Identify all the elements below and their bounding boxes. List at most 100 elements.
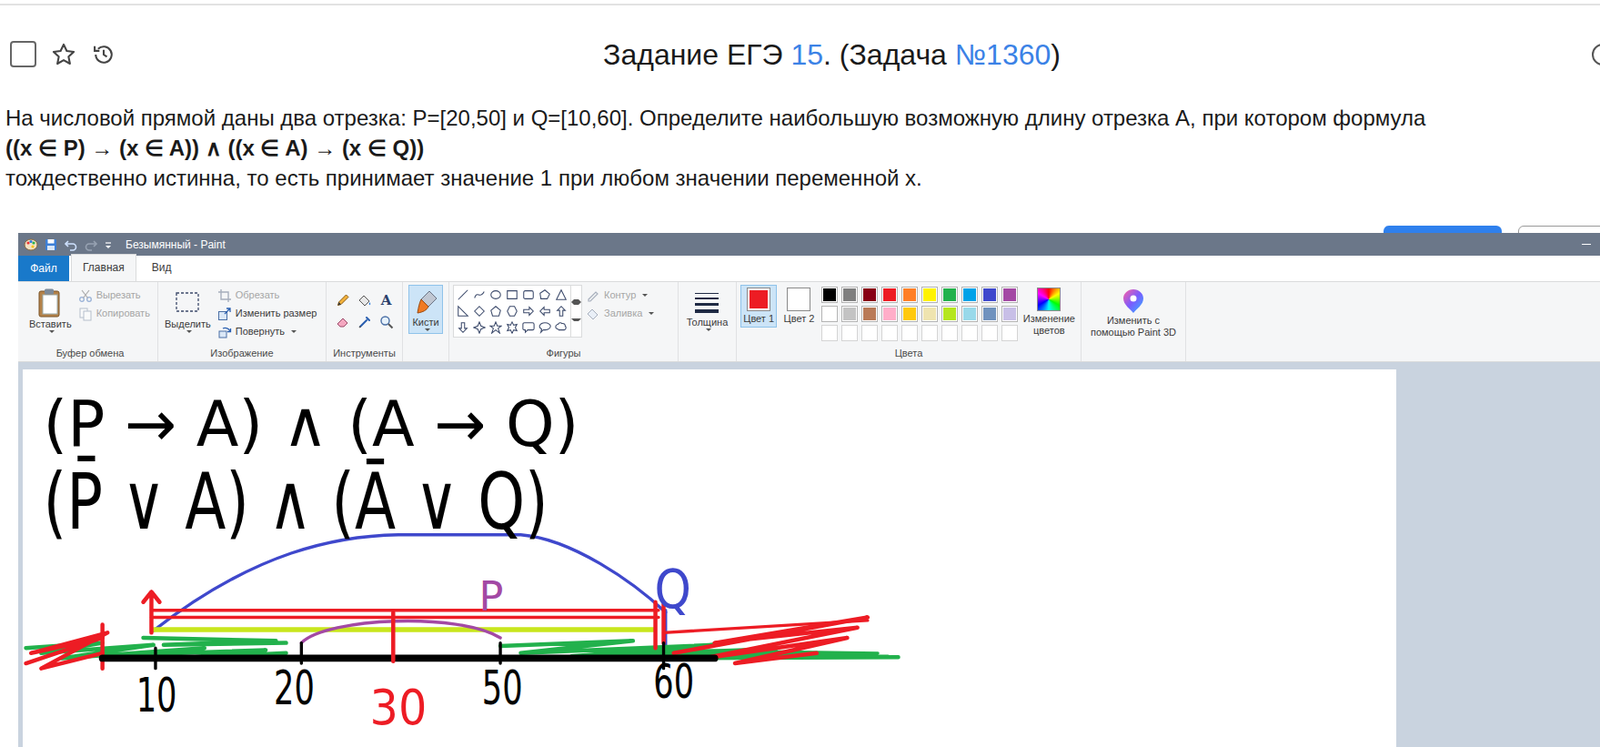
copy-button[interactable]: Копировать	[78, 304, 151, 323]
pencil-icon[interactable]	[332, 290, 353, 311]
shape-icon[interactable]	[553, 302, 570, 320]
shape-icon[interactable]	[503, 302, 521, 320]
palette-swatch[interactable]	[961, 305, 978, 323]
text-tool-icon[interactable]: A	[376, 290, 397, 311]
group-label: Буфер обмена	[26, 346, 154, 360]
shape-icon[interactable]	[503, 319, 521, 336]
palette-swatch[interactable]	[941, 305, 958, 323]
tab-label[interactable]: Вид	[140, 253, 184, 282]
done-checkbox[interactable]	[10, 40, 37, 68]
palette-swatch[interactable]	[921, 324, 938, 342]
shape-icon[interactable]	[471, 319, 488, 336]
palette-swatch[interactable]	[841, 286, 858, 303]
star-icon[interactable]	[50, 41, 77, 68]
palette-swatch[interactable]	[961, 324, 978, 342]
customize-icon[interactable]	[103, 237, 113, 252]
yellow-segment	[153, 626, 655, 633]
swatch-fill	[823, 326, 836, 340]
shape-icon[interactable]	[553, 286, 570, 303]
shape-icon[interactable]	[471, 302, 488, 320]
palette-swatch[interactable]	[1001, 305, 1018, 323]
palette-swatch[interactable]	[961, 286, 978, 303]
paste-button[interactable]: Вставить	[26, 284, 75, 336]
resize-button[interactable]: Изменить размер	[217, 304, 318, 323]
palette-swatch[interactable]	[921, 286, 938, 303]
swatch-fill	[863, 307, 876, 321]
cut-button[interactable]: Вырезать	[78, 286, 151, 304]
rotate-button[interactable]: Повернуть	[217, 322, 318, 341]
undo-icon[interactable]	[63, 237, 79, 252]
palette-swatch[interactable]	[981, 286, 998, 303]
palette-swatch[interactable]	[881, 305, 898, 323]
palette-swatch[interactable]	[901, 286, 918, 303]
shape-icon[interactable]	[454, 302, 472, 320]
fill-icon[interactable]	[354, 290, 375, 311]
history-icon[interactable]	[90, 41, 117, 68]
shape-icon[interactable]	[471, 286, 488, 303]
palette-swatch[interactable]	[821, 324, 838, 342]
magnifier-icon[interactable]	[376, 311, 397, 333]
shape-icon[interactable]	[454, 286, 472, 303]
swatch-fill	[823, 288, 836, 302]
palette-swatch[interactable]	[981, 305, 998, 323]
select-button[interactable]: Выделить	[161, 284, 214, 336]
crop-button[interactable]: Обрезать	[217, 286, 318, 304]
palette-swatch[interactable]	[881, 286, 898, 303]
brushes-button[interactable]: Кисти	[408, 284, 443, 334]
p-arc	[301, 621, 501, 644]
palette-swatch[interactable]	[901, 324, 918, 342]
title-part[interactable]: 15	[790, 38, 824, 71]
palette-swatch[interactable]	[861, 324, 878, 342]
shape-icon[interactable]	[520, 319, 537, 336]
shape-icon[interactable]	[553, 319, 570, 336]
tab-label[interactable]: Файл	[18, 254, 70, 282]
palette-swatch[interactable]	[821, 286, 838, 303]
palette-swatch[interactable]	[1001, 324, 1018, 342]
paint3d-button[interactable]: Изменить с помощью Paint 3D	[1085, 284, 1182, 342]
save-icon[interactable]	[43, 237, 59, 252]
tab-label[interactable]: Главная	[70, 253, 137, 282]
ribbon-tab[interactable]: Файл	[18, 255, 70, 282]
gallery-scroll[interactable]	[571, 284, 583, 338]
shape-icon[interactable]	[487, 302, 504, 320]
ribbon-tab[interactable]: Главная	[69, 255, 139, 282]
color2-button[interactable]: Цвет 2	[780, 284, 817, 328]
shape-icon[interactable]	[454, 319, 472, 336]
shape-icon[interactable]	[536, 286, 554, 303]
palette-swatch[interactable]	[941, 324, 958, 342]
clipboard-icon	[35, 287, 65, 319]
shape-icon[interactable]	[503, 286, 521, 303]
ribbon-tab[interactable]: Вид	[138, 255, 186, 282]
shape-icon[interactable]	[536, 319, 554, 336]
palette-swatch[interactable]	[1001, 286, 1018, 303]
palette-swatch[interactable]	[841, 305, 858, 323]
edit-colors-button[interactable]: Изменение цветов	[1021, 284, 1077, 340]
number-axis	[102, 654, 715, 662]
palette-swatch[interactable]	[821, 305, 838, 323]
palette-swatch[interactable]	[981, 324, 998, 342]
palette-swatch[interactable]	[881, 324, 898, 342]
eraser-icon[interactable]	[332, 311, 353, 333]
size-button[interactable]: Толщина	[684, 284, 732, 334]
palette-swatch[interactable]	[861, 305, 878, 323]
shape-icon[interactable]	[487, 319, 504, 336]
palette-swatch[interactable]	[901, 305, 918, 323]
shape-icon[interactable]	[536, 302, 554, 320]
color-palette	[821, 284, 1018, 342]
shape-icon[interactable]	[520, 302, 537, 320]
color-picker-icon[interactable]	[354, 311, 375, 333]
color1-button[interactable]: Цвет 1	[740, 284, 777, 328]
outline-button[interactable]: Контур	[585, 286, 655, 304]
drawing-canvas[interactable]: (P → A) ∧ (A → Q)(P̄ ∨ A) ∧ (Ā ∨ Q)1020…	[22, 369, 1397, 747]
palette-swatch[interactable]	[921, 305, 938, 323]
settings-icon[interactable]	[1591, 43, 1600, 66]
minimize-icon[interactable]	[1581, 243, 1591, 245]
shape-icon[interactable]	[520, 286, 537, 303]
shape-icon[interactable]	[487, 286, 504, 303]
palette-swatch[interactable]	[941, 286, 958, 303]
palette-swatch[interactable]	[841, 324, 858, 342]
title-part[interactable]: №1360	[955, 38, 1052, 71]
fill-button[interactable]: Заливка	[585, 304, 655, 323]
palette-swatch[interactable]	[861, 286, 878, 303]
swatch-fill	[923, 288, 936, 302]
